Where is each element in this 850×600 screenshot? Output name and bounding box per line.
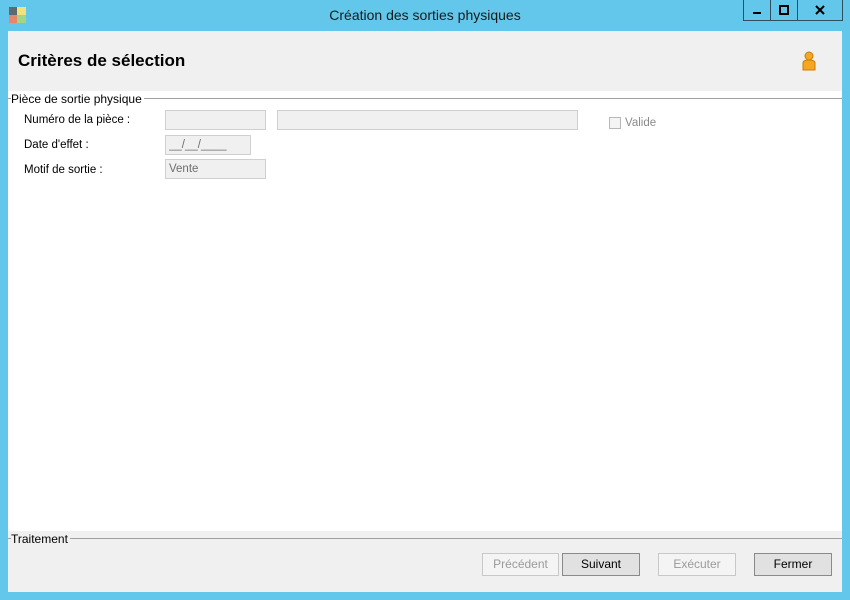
motif-input[interactable]	[165, 159, 266, 179]
title-bar[interactable]: Création des sorties physiques	[0, 0, 850, 30]
group-traitement-border	[8, 538, 842, 539]
executer-button[interactable]: Exécuter	[658, 553, 736, 576]
fermer-button[interactable]: Fermer	[754, 553, 832, 576]
date-label: Date d'effet :	[24, 139, 89, 151]
maximize-button[interactable]	[770, 0, 798, 21]
valide-label: Valide	[625, 117, 657, 129]
user-icon[interactable]	[801, 51, 817, 71]
application-window: Création des sorties physiques Critères …	[0, 0, 850, 600]
valide-checkbox[interactable]	[609, 117, 621, 129]
motif-label: Motif de sortie :	[24, 164, 103, 176]
numero-description-input[interactable]	[277, 110, 578, 130]
minimize-button[interactable]	[743, 0, 771, 21]
group-traitement-title: Traitement	[11, 532, 70, 546]
minimize-icon	[753, 12, 761, 14]
close-icon	[815, 5, 825, 15]
date-input[interactable]	[165, 135, 251, 155]
page-title: Critères de sélection	[18, 51, 186, 70]
close-button[interactable]	[797, 0, 843, 21]
header-panel: Critères de sélection	[8, 31, 842, 91]
numero-label: Numéro de la pièce :	[24, 114, 131, 126]
window-title: Création des sorties physiques	[329, 7, 521, 23]
maximize-icon	[779, 5, 789, 15]
suivant-button[interactable]: Suivant	[562, 553, 640, 576]
client-area: Critères de sélection Pièce de sortie ph…	[8, 31, 842, 592]
group-piece-title: Pièce de sortie physique	[11, 92, 144, 106]
numero-input[interactable]	[165, 110, 266, 130]
precedent-button[interactable]: Précédent	[482, 553, 559, 576]
